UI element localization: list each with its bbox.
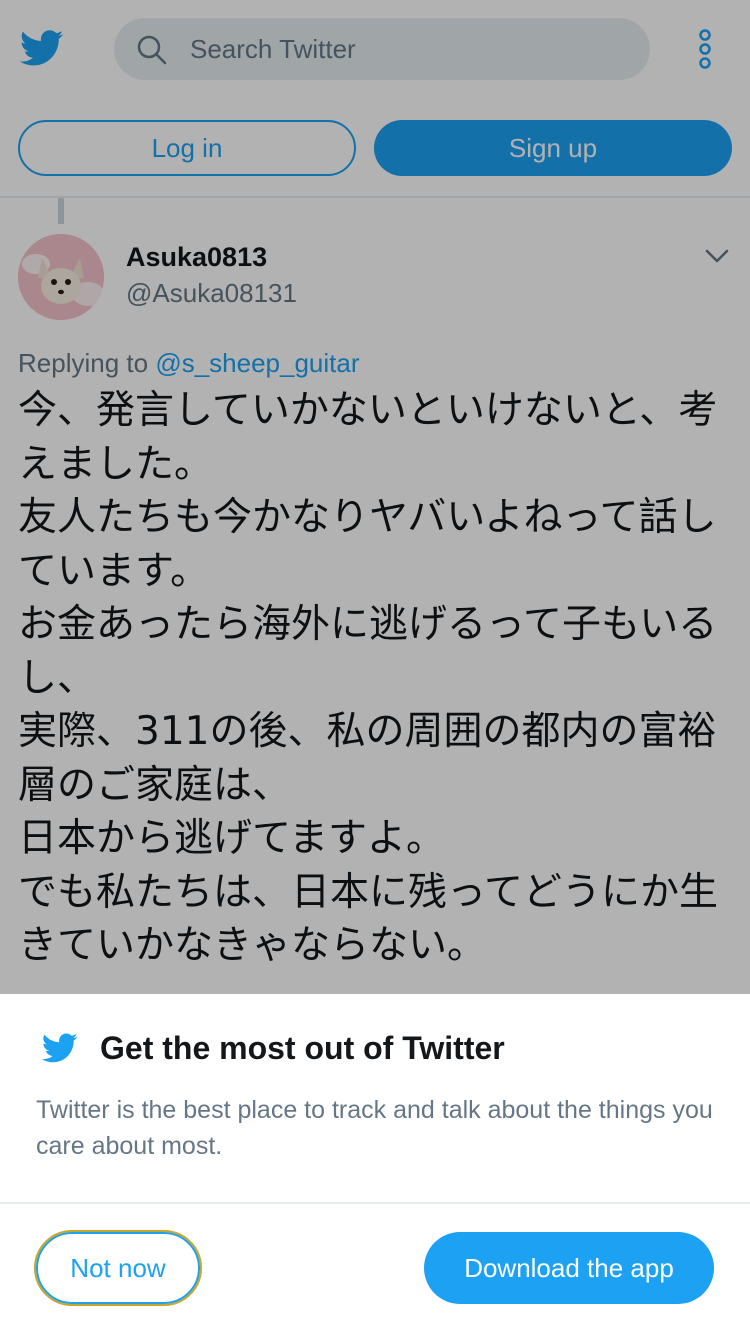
modal-backdrop[interactable] xyxy=(0,0,750,994)
app-prompt-sheet: Get the most out of Twitter Twitter is t… xyxy=(0,994,750,1334)
twitter-logo-icon xyxy=(41,1033,78,1063)
not-now-button[interactable]: Not now xyxy=(34,1230,202,1306)
prompt-title: Get the most out of Twitter xyxy=(100,1030,505,1066)
download-app-button[interactable]: Download the app xyxy=(424,1232,714,1304)
divider xyxy=(0,1202,750,1204)
prompt-description: Twitter is the best place to track and t… xyxy=(36,1096,713,1160)
